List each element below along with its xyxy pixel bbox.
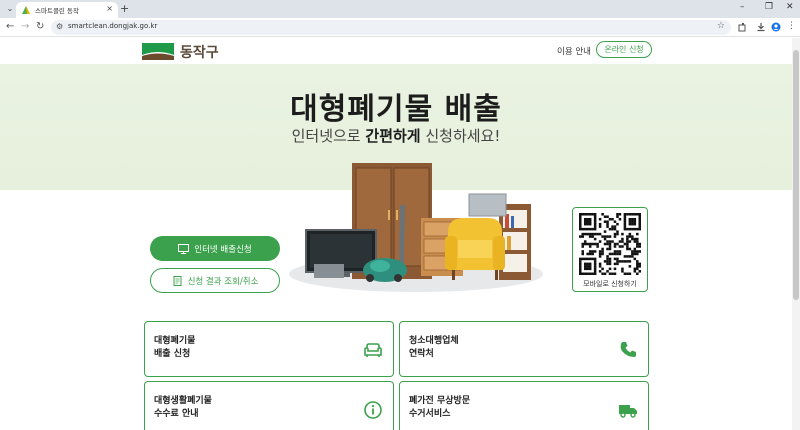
monitor-icon (178, 243, 190, 254)
new-tab-button[interactable]: + (120, 2, 129, 15)
document-icon (173, 275, 182, 286)
card-label: 폐가전 무상방문 수거서비스 (409, 396, 471, 419)
browser-tab-bar: ⌄ 스마트클린 동작 × + – ❐ ✕ (0, 0, 800, 18)
tab-search-icon[interactable]: ⌄ (4, 3, 16, 15)
hero-title: 대형폐기물 배출 (290, 92, 502, 127)
card-fee-info[interactable]: 대형생활폐기물 수수료 안내 (144, 381, 394, 430)
dongjak-logo-icon[interactable] (142, 41, 174, 61)
internet-apply-label: 인터넷 배출신청 (194, 244, 252, 255)
truck-icon (619, 405, 637, 418)
mobile-qr-card[interactable]: 모바일로 신청하기 (572, 207, 648, 292)
download-icon[interactable] (756, 22, 766, 32)
address-bar[interactable]: ⚙ smartclean.dongjak.go.kr ☆ (51, 20, 731, 35)
nav-online-apply-button[interactable]: 온라인 신청 (596, 41, 652, 58)
internet-apply-button[interactable]: 인터넷 배출신청 (150, 236, 280, 261)
nav-usage-guide-link[interactable]: 이용 안내 (557, 45, 591, 57)
card-appliance-pickup[interactable]: 폐가전 무상방문 수거서비스 (399, 381, 649, 430)
page-scrollbar[interactable] (792, 38, 800, 430)
extensions-icon[interactable] (738, 22, 748, 32)
scrollbar-thumb[interactable] (793, 50, 799, 300)
result-lookup-button[interactable]: 신청 결과 조회/취소 (150, 268, 280, 293)
reload-button[interactable]: ↻ (36, 21, 44, 32)
minimize-button[interactable]: – (740, 2, 745, 12)
card-bulky-waste-apply[interactable]: 대형폐기물 배출 신청 (144, 321, 394, 377)
bookmark-star-icon[interactable]: ☆ (717, 21, 725, 31)
hero-subtitle-post: 신청하세요! (420, 127, 501, 145)
browser-toolbar: ← → ↻ ⚙ smartclean.dongjak.go.kr ☆ ⋮ (0, 18, 800, 37)
site-favicon-icon (22, 6, 30, 14)
forward-button[interactable]: → (21, 21, 29, 32)
sofa-icon (364, 343, 382, 357)
hero-subtitle-pre: 인터넷으로 (291, 127, 366, 145)
site-info-icon[interactable]: ⚙ (56, 22, 63, 31)
hero-subtitle-bold: 간편하게 (365, 127, 421, 145)
qr-code-icon (579, 213, 641, 275)
card-cleaning-contractor[interactable]: 청소대행업체 연락처 (399, 321, 649, 377)
restore-button[interactable]: ❐ (765, 2, 773, 12)
close-window-button[interactable]: ✕ (786, 2, 794, 12)
site-header: 동작구 이용 안내 온라인 신청 (0, 38, 792, 64)
card-label: 대형폐기물 배출 신청 (154, 336, 196, 359)
info-icon (364, 401, 382, 419)
result-lookup-label: 신청 결과 조회/취소 (187, 276, 259, 287)
browser-tab[interactable]: 스마트클린 동작 × (16, 2, 118, 18)
profile-avatar-icon[interactable] (771, 22, 781, 32)
hero-subtitle: 인터넷으로 간편하게 신청하세요! (0, 125, 792, 146)
url-text: smartclean.dongjak.go.kr (68, 22, 158, 30)
back-button[interactable]: ← (6, 21, 14, 32)
browser-menu-icon[interactable]: ⋮ (787, 21, 796, 31)
qr-label: 모바일로 신청하기 (583, 280, 637, 288)
card-label: 대형생활폐기물 수수료 안내 (154, 396, 212, 419)
logo-text[interactable]: 동작구 (180, 42, 219, 62)
tab-close-icon[interactable]: × (106, 4, 113, 13)
tab-title: 스마트클린 동작 (35, 7, 79, 15)
card-label: 청소대행업체 연락처 (409, 336, 459, 359)
furniture-illustration (289, 163, 543, 292)
phone-icon (620, 342, 636, 357)
